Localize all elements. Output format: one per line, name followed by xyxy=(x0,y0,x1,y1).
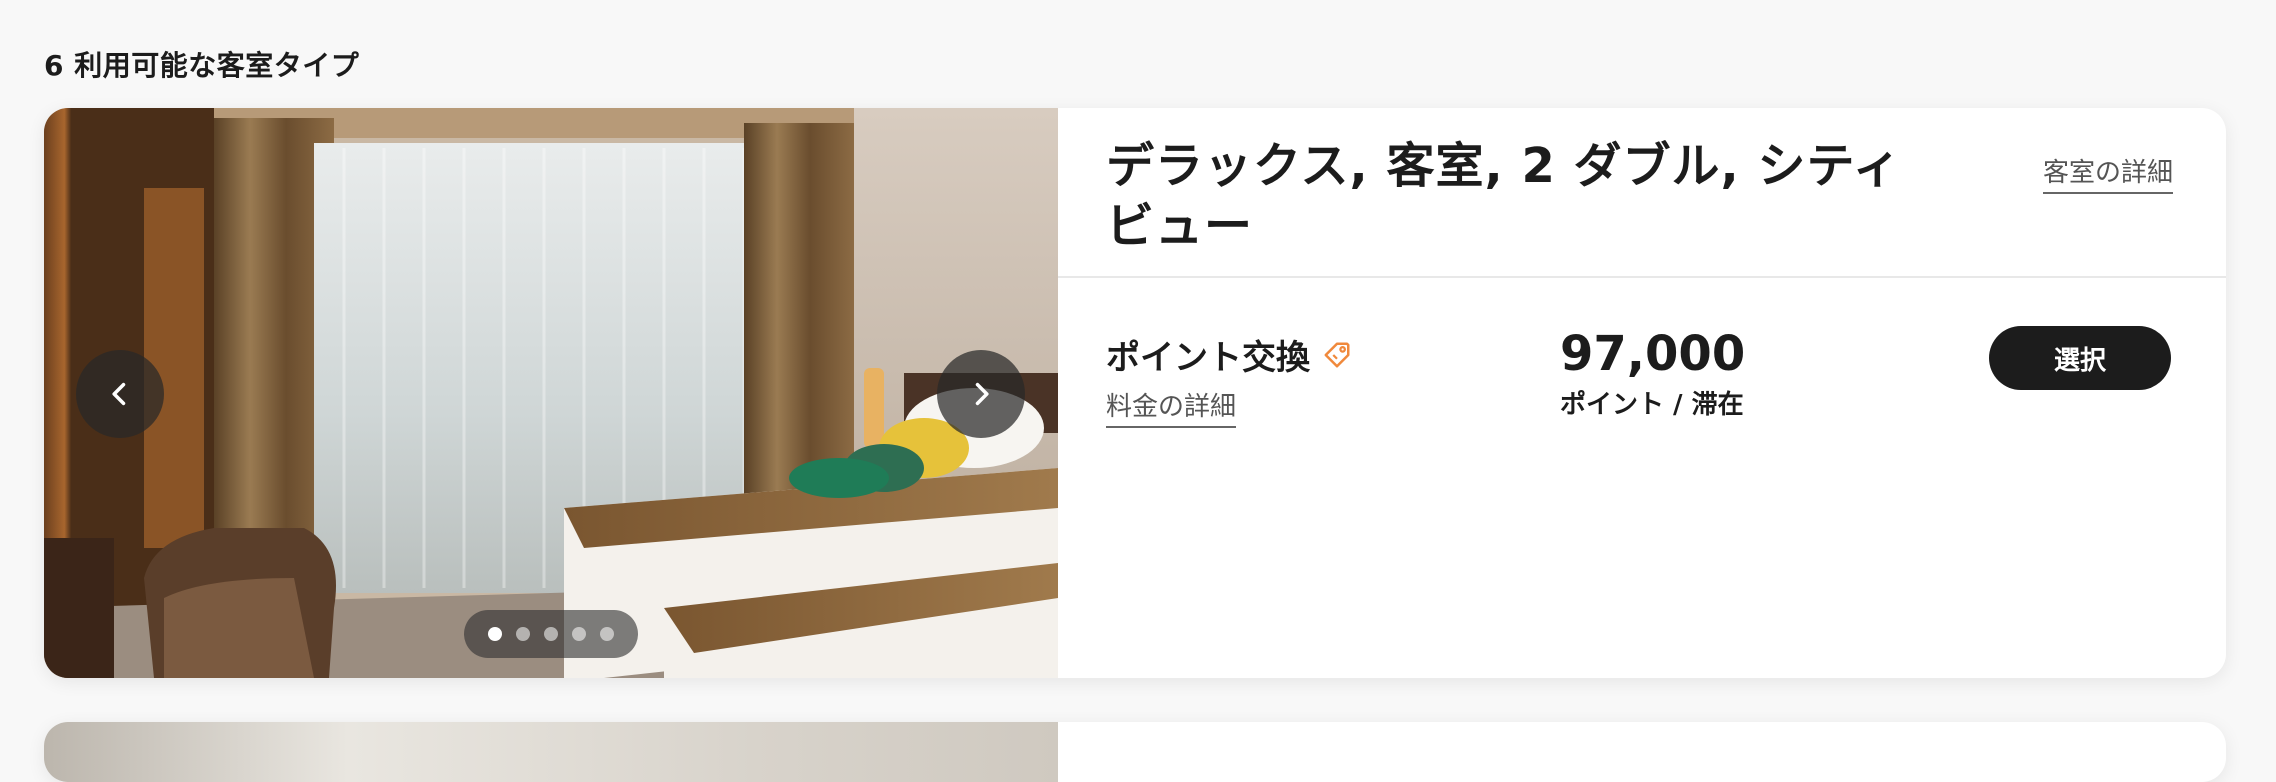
section-title: 6 利用可能な客室タイプ xyxy=(44,49,360,82)
carousel-dot-5[interactable] xyxy=(600,627,614,641)
rate-details-link[interactable]: 料金の詳細 xyxy=(1106,386,1237,428)
room-info: デラックス, 客室, 2 ダブル, シティビュー 客室の詳細 ポイント交換 料金… xyxy=(1058,108,2226,678)
chevron-right-icon xyxy=(975,382,989,406)
carousel-dot-1[interactable] xyxy=(488,627,502,641)
room-card-2 xyxy=(44,722,2226,782)
room-photo[interactable] xyxy=(44,108,1058,678)
price-value: 97,000 xyxy=(1560,326,1746,382)
room-photo-image xyxy=(44,108,1058,678)
room-details-link[interactable]: 客室の詳細 xyxy=(2043,152,2174,194)
room-card: デラックス, 客室, 2 ダブル, シティビュー 客室の詳細 ポイント交換 料金… xyxy=(44,108,2226,678)
carousel-dot-2[interactable] xyxy=(516,627,530,641)
rate-title-label: ポイント交換 xyxy=(1106,338,1310,378)
price-unit: ポイント / 滞在 xyxy=(1560,390,1744,420)
select-button[interactable]: 選択 xyxy=(1989,326,2171,390)
chevron-left-icon xyxy=(112,382,126,406)
divider xyxy=(1058,276,2226,278)
carousel-prev-button[interactable] xyxy=(76,350,164,438)
tag-icon xyxy=(1324,342,1350,367)
room-name: デラックス, 客室, 2 ダブル, シティビュー xyxy=(1106,138,1902,254)
room-photo-2[interactable] xyxy=(44,722,1058,782)
carousel-next-button[interactable] xyxy=(937,350,1025,438)
rate-title: ポイント交換 xyxy=(1106,330,1352,379)
carousel-dot-3[interactable] xyxy=(544,627,558,641)
carousel-dot-4[interactable] xyxy=(572,627,586,641)
carousel-indicators xyxy=(464,610,638,658)
